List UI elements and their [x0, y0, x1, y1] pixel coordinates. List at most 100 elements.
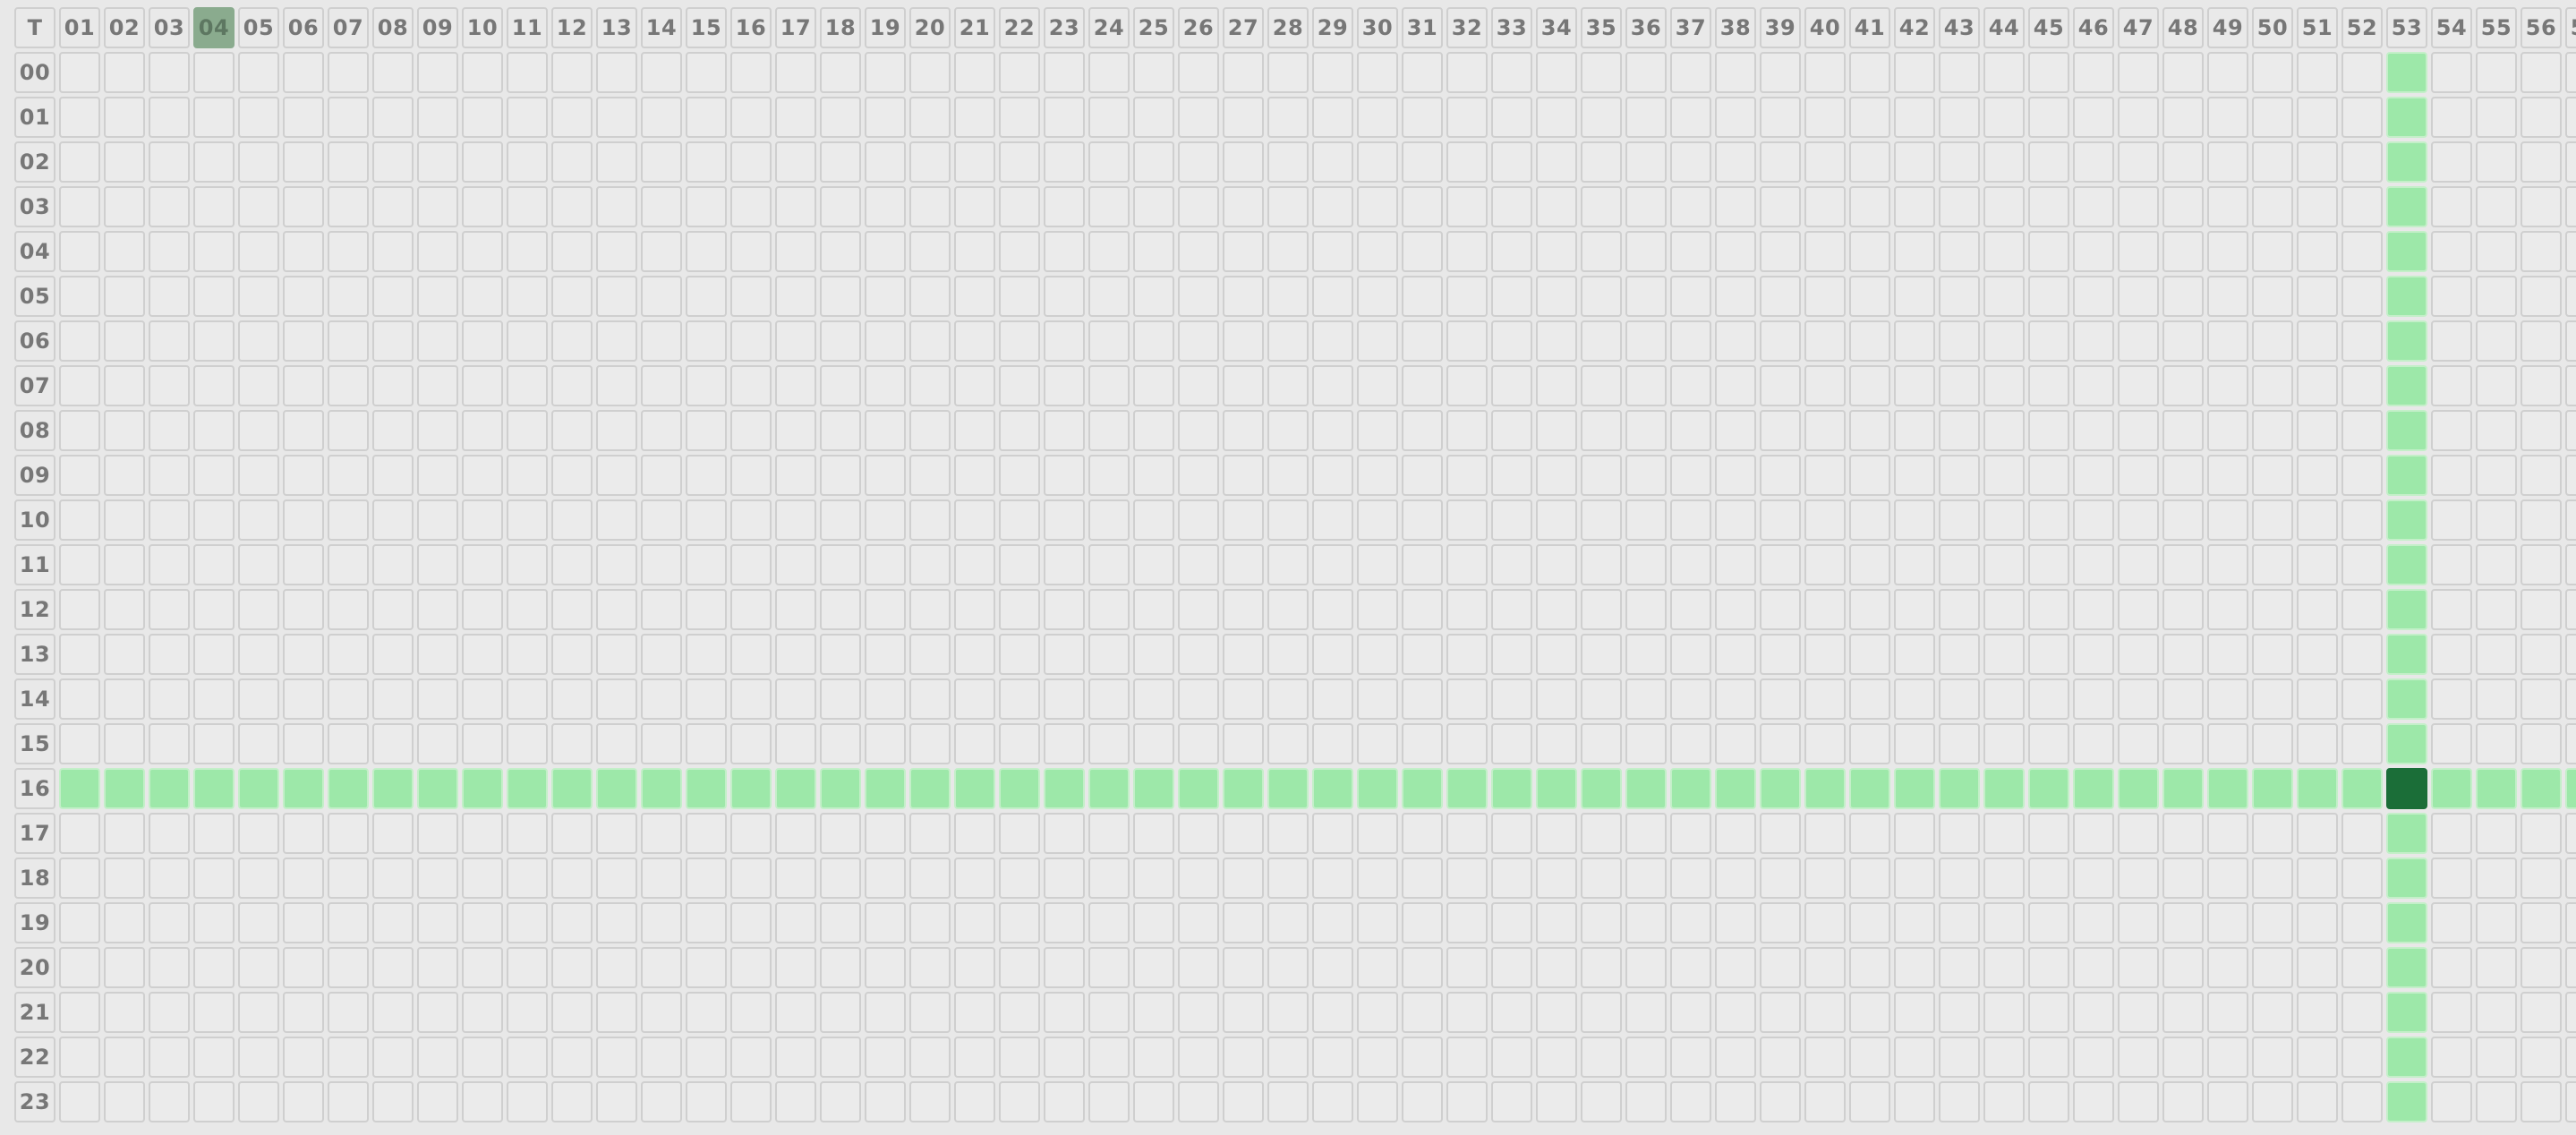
column-header-54[interactable]: 54: [2431, 7, 2472, 48]
grid-cell[interactable]: [909, 499, 951, 541]
grid-cell[interactable]: [1178, 1037, 1219, 1078]
grid-cell[interactable]: [775, 723, 816, 764]
grid-cell[interactable]: [1581, 320, 1622, 362]
grid-cell[interactable]: [1133, 141, 1174, 183]
grid-cell[interactable]: [507, 1037, 548, 1078]
grid-cell[interactable]: [1760, 231, 1801, 272]
grid-cell[interactable]: [775, 141, 816, 183]
column-header-06[interactable]: 06: [283, 7, 324, 48]
grid-cell[interactable]: [2431, 544, 2472, 585]
grid-cell[interactable]: [730, 723, 772, 764]
grid-cell[interactable]: [1849, 186, 1890, 227]
grid-cell[interactable]: [686, 499, 727, 541]
grid-cell[interactable]: [641, 589, 682, 630]
grid-cell[interactable]: [1312, 544, 1353, 585]
grid-cell-crosshair[interactable]: [2386, 1037, 2427, 1078]
grid-cell[interactable]: [2341, 902, 2383, 943]
grid-cell[interactable]: [596, 97, 637, 138]
grid-cell[interactable]: [372, 1037, 414, 1078]
grid-cell[interactable]: [1133, 276, 1174, 317]
grid-cell[interactable]: [1894, 634, 1935, 675]
grid-cell[interactable]: [1044, 365, 1085, 406]
grid-cell[interactable]: [686, 947, 727, 988]
grid-cell[interactable]: [2521, 365, 2562, 406]
grid-cell[interactable]: [2297, 634, 2338, 675]
column-header-21[interactable]: 21: [954, 7, 995, 48]
grid-cell[interactable]: [1939, 365, 1980, 406]
grid-cell[interactable]: [1804, 52, 1846, 93]
grid-cell[interactable]: [1178, 365, 1219, 406]
grid-cell[interactable]: [596, 544, 637, 585]
grid-cell[interactable]: [730, 1037, 772, 1078]
grid-cell-selected[interactable]: [2386, 768, 2427, 809]
grid-cell[interactable]: [1402, 947, 1443, 988]
grid-cell[interactable]: [1402, 544, 1443, 585]
grid-cell[interactable]: [2252, 1037, 2293, 1078]
grid-cell-crosshair[interactable]: [1267, 768, 1309, 809]
grid-cell-crosshair[interactable]: [193, 768, 235, 809]
column-header-04[interactable]: 04: [193, 7, 235, 48]
grid-cell[interactable]: [954, 231, 995, 272]
grid-cell[interactable]: [1715, 1037, 1756, 1078]
grid-cell-crosshair[interactable]: [2386, 231, 2427, 272]
grid-cell[interactable]: [2028, 1037, 2069, 1078]
grid-cell[interactable]: [2028, 589, 2069, 630]
grid-cell[interactable]: [1760, 52, 1801, 93]
grid-cell[interactable]: [1044, 589, 1085, 630]
grid-cell[interactable]: [1357, 902, 1398, 943]
grid-cell[interactable]: [551, 992, 593, 1033]
grid-cell[interactable]: [1625, 992, 1667, 1033]
grid-cell[interactable]: [1715, 410, 1756, 451]
grid-cell[interactable]: [1625, 1081, 1667, 1122]
grid-cell[interactable]: [149, 410, 190, 451]
grid-cell[interactable]: [999, 813, 1040, 854]
grid-cell[interactable]: [2207, 276, 2248, 317]
grid-cell[interactable]: [104, 52, 145, 93]
grid-cell[interactable]: [730, 276, 772, 317]
grid-cell[interactable]: [238, 231, 279, 272]
grid-cell[interactable]: [1894, 231, 1935, 272]
row-header-05[interactable]: 05: [14, 276, 55, 317]
grid-cell[interactable]: [149, 902, 190, 943]
grid-cell[interactable]: [1849, 992, 1890, 1033]
grid-cell[interactable]: [2297, 97, 2338, 138]
grid-cell[interactable]: [686, 141, 727, 183]
grid-cell[interactable]: [104, 320, 145, 362]
grid-cell[interactable]: [2565, 499, 2576, 541]
grid-cell[interactable]: [1670, 499, 1711, 541]
grid-cell[interactable]: [1491, 365, 1532, 406]
grid-cell[interactable]: [2162, 499, 2204, 541]
column-header-30[interactable]: 30: [1357, 7, 1398, 48]
grid-cell[interactable]: [1581, 992, 1622, 1033]
grid-cell[interactable]: [820, 1037, 861, 1078]
grid-cell[interactable]: [596, 947, 637, 988]
grid-cell[interactable]: [2162, 186, 2204, 227]
grid-cell[interactable]: [2341, 141, 2383, 183]
grid-cell-crosshair[interactable]: [1223, 768, 1264, 809]
grid-cell[interactable]: [2028, 902, 2069, 943]
grid-cell[interactable]: [865, 634, 906, 675]
grid-cell[interactable]: [1178, 858, 1219, 899]
grid-cell[interactable]: [1223, 97, 1264, 138]
grid-cell[interactable]: [1133, 634, 1174, 675]
grid-cell[interactable]: [1446, 320, 1488, 362]
grid-cell-crosshair[interactable]: [283, 768, 324, 809]
grid-cell[interactable]: [2118, 52, 2159, 93]
grid-cell[interactable]: [775, 902, 816, 943]
grid-cell[interactable]: [2162, 320, 2204, 362]
grid-cell[interactable]: [59, 589, 100, 630]
grid-cell[interactable]: [1625, 813, 1667, 854]
grid-cell[interactable]: [2521, 186, 2562, 227]
grid-cell[interactable]: [283, 947, 324, 988]
grid-cell[interactable]: [1804, 813, 1846, 854]
grid-cell[interactable]: [2431, 52, 2472, 93]
grid-cell[interactable]: [1491, 858, 1532, 899]
grid-cell[interactable]: [1760, 499, 1801, 541]
grid-cell[interactable]: [1044, 813, 1085, 854]
grid-cell[interactable]: [2341, 544, 2383, 585]
grid-cell[interactable]: [1939, 723, 1980, 764]
grid-cell[interactable]: [865, 320, 906, 362]
grid-cell[interactable]: [1760, 455, 1801, 496]
grid-cell[interactable]: [2476, 320, 2517, 362]
grid-cell[interactable]: [1536, 947, 1577, 988]
